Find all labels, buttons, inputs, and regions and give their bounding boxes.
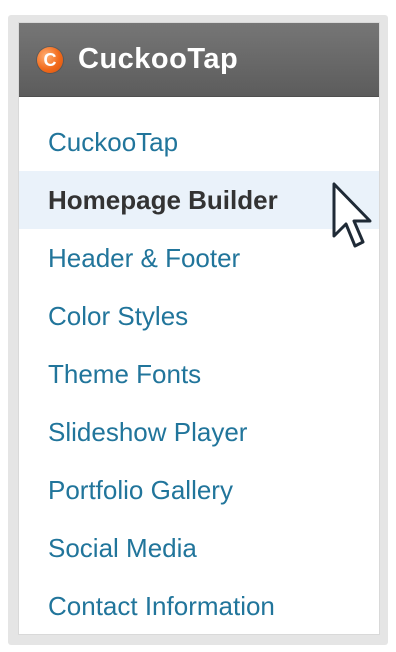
submenu-item-homepage-builder[interactable]: Homepage Builder xyxy=(19,171,379,229)
menu-header[interactable]: C CuckooTap xyxy=(19,23,379,97)
submenu-item-contact-information[interactable]: Contact Information xyxy=(19,577,379,635)
submenu-item-cuckootap[interactable]: CuckooTap xyxy=(19,113,379,171)
submenu-item-header-footer[interactable]: Header & Footer xyxy=(19,229,379,287)
cuckootap-logo-icon: C xyxy=(37,46,63,73)
submenu-list: CuckooTap Homepage Builder Header & Foot… xyxy=(19,97,379,635)
admin-menu-panel: C CuckooTap CuckooTap Homepage Builder H… xyxy=(8,15,388,645)
submenu-item-portfolio-gallery[interactable]: Portfolio Gallery xyxy=(19,461,379,519)
submenu-item-slideshow-player[interactable]: Slideshow Player xyxy=(19,403,379,461)
logo-letter: C xyxy=(43,49,57,70)
submenu-item-color-styles[interactable]: Color Styles xyxy=(19,287,379,345)
cuckootap-menu: C CuckooTap CuckooTap Homepage Builder H… xyxy=(18,22,380,635)
submenu-item-theme-fonts[interactable]: Theme Fonts xyxy=(19,345,379,403)
submenu-item-social-media[interactable]: Social Media xyxy=(19,519,379,577)
menu-title: CuckooTap xyxy=(78,43,239,75)
